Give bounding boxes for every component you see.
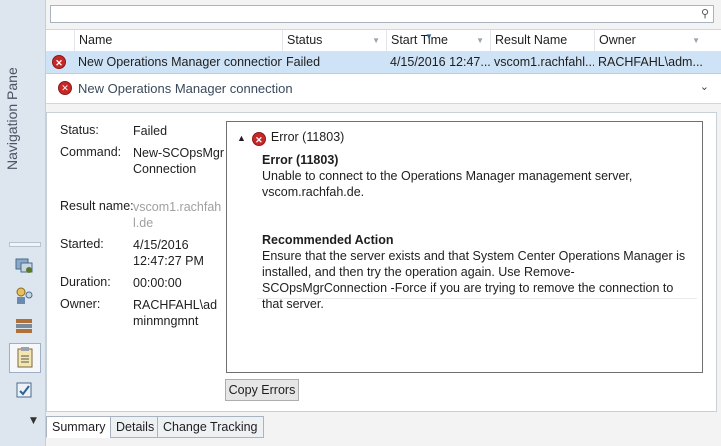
search-icon[interactable]: ⚲: [701, 7, 709, 20]
tab-change-tracking[interactable]: Change Tracking: [157, 416, 264, 438]
row-start-time: 4/15/2016 12:47...: [390, 55, 490, 69]
divider: [257, 298, 697, 299]
filter-dropdown-icon[interactable]: ▼: [476, 30, 484, 51]
result-name-label: Result name:: [60, 199, 134, 213]
nav-splitter[interactable]: [9, 242, 41, 247]
error-section-header[interactable]: ▲ ✕ Error (11803): [237, 130, 344, 146]
search-input[interactable]: ⚲: [50, 5, 714, 23]
duration-value: 00:00:00: [133, 276, 182, 290]
summary-pane: Status: Failed Command: New-SCOpsMgrConn…: [46, 112, 717, 412]
started-value: 4/15/2016 12:47:27 PM: [133, 238, 204, 268]
caret-up-icon[interactable]: ▲: [237, 133, 246, 143]
row-result-name: vscom1.rachfahl...: [494, 55, 594, 69]
column-header-result-name[interactable]: Result Name: [490, 30, 594, 51]
sort-descending-icon: ▼: [425, 32, 433, 41]
detail-title: New Operations Manager connection: [78, 81, 293, 96]
tab-summary[interactable]: Summary: [46, 416, 112, 438]
column-header-name[interactable]: Name: [74, 30, 282, 51]
owner-label: Owner:: [60, 297, 101, 311]
row-owner: RACHFAHL\adm...: [598, 55, 703, 69]
started-label: Started:: [60, 237, 104, 251]
navigation-pane-title: Navigation Pane: [4, 67, 20, 170]
navigation-pane: Navigation Pane ▼: [0, 0, 46, 446]
recommended-action-text: Ensure that the server exists and that S…: [262, 249, 686, 311]
nav-overflow-arrow-icon[interactable]: ▼: [30, 416, 37, 426]
result-name-value: vscom1.rachfahl.de: [133, 200, 222, 230]
chevron-down-icon[interactable]: ⌄: [700, 80, 709, 93]
settings-icon[interactable]: [13, 380, 35, 400]
error-circle-icon: ✕: [52, 51, 72, 73]
status-value: Failed: [133, 124, 168, 138]
owner-value: RACHFAHL\adminmngmnt: [133, 298, 218, 328]
vms-services-icon[interactable]: [13, 256, 35, 276]
main-area: ⚲ Name Status ▼ ▼ Start Time ▼ Result Name …: [46, 0, 721, 446]
error-title: Error (11803): [262, 153, 339, 167]
filter-dropdown-icon[interactable]: ▼: [372, 30, 380, 51]
row-name: New Operations Manager connection: [78, 55, 282, 69]
column-header-icon[interactable]: [46, 30, 74, 51]
fabric-icon[interactable]: [13, 286, 35, 306]
tab-details[interactable]: Details: [110, 416, 161, 438]
command-label: Command:: [60, 145, 122, 159]
error-circle-icon: ✕: [58, 81, 72, 95]
column-header-owner[interactable]: Owner ▼: [594, 30, 706, 51]
command-value: New-SCOpsMgrConnection: [133, 146, 224, 176]
error-circle-icon: ✕: [251, 132, 266, 146]
copy-errors-button[interactable]: Copy Errors: [225, 379, 299, 401]
grid-header: Name Status ▼ ▼ Start Time ▼ Result Name Ow…: [46, 29, 721, 52]
error-details-box: ▲ ✕ Error (11803) Error (11803) Unable to …: [226, 121, 703, 373]
duration-label: Duration:: [60, 275, 111, 289]
table-row[interactable]: ✕ New Operations Manager connection Fail…: [46, 51, 721, 74]
status-label: Status:: [60, 123, 99, 137]
row-status: Failed: [286, 55, 321, 69]
detail-header[interactable]: ✕ New Operations Manager connection ⌄: [46, 74, 721, 104]
error-message: Unable to connect to the Operations Mana…: [262, 169, 633, 199]
filter-dropdown-icon[interactable]: ▼: [692, 30, 700, 51]
jobs-icon[interactable]: [9, 343, 41, 373]
recommended-action-title: Recommended Action: [262, 233, 394, 247]
library-icon[interactable]: [13, 316, 35, 336]
column-header-start-time[interactable]: ▼ Start Time ▼: [386, 30, 490, 51]
column-header-status[interactable]: Status ▼: [282, 30, 386, 51]
